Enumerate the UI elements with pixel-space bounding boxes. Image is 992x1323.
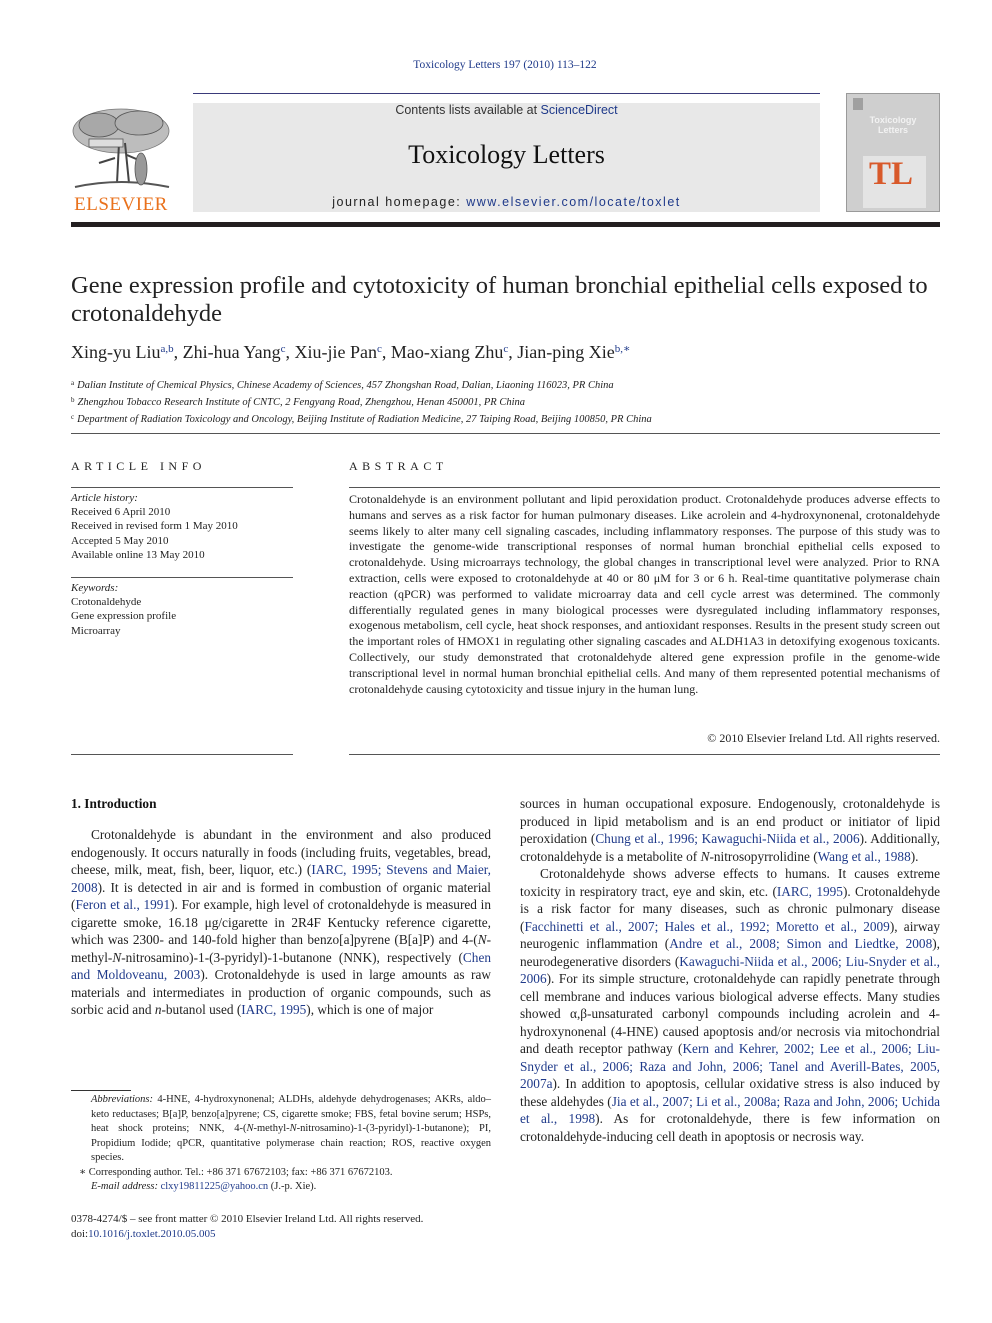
text-run: -nitrosopyrrolidine ( <box>709 848 818 864</box>
author-separator: , <box>381 342 391 362</box>
homepage-link[interactable]: www.elsevier.com/locate/toxlet <box>466 195 681 209</box>
keyword: Crotonaldehyde <box>71 596 142 609</box>
keywords: Keywords: Crotonaldehyde Gene expression… <box>71 581 176 638</box>
article-info-heading: ARTICLE INFO <box>71 459 206 473</box>
citation-link[interactable]: Chung et al., 1996; Kawaguchi-Niida et a… <box>595 831 859 846</box>
email-link[interactable]: clxy19811225@yahoo.cn <box>161 1181 269 1192</box>
history-revised: Received in revised form 1 May 2010 <box>71 520 238 533</box>
sciencedirect-link[interactable]: ScienceDirect <box>541 103 618 117</box>
abstract-rule <box>349 487 940 488</box>
issn-line: 0378-4274/$ – see front matter © 2010 El… <box>71 1213 424 1225</box>
contents-prefix: Contents lists available at <box>395 103 541 117</box>
author-affiliation-marker[interactable]: b,∗ <box>615 343 631 355</box>
affiliation-key: c <box>71 413 75 421</box>
journal-title: Toxicology Letters <box>408 140 605 169</box>
doi-prefix: doi: <box>71 1228 89 1240</box>
article-info-bottom-rule <box>71 754 293 755</box>
citation-link[interactable]: IARC, 1995 <box>777 884 843 899</box>
elsevier-wordmark: ELSEVIER <box>74 194 168 215</box>
citation-link[interactable]: Feron et al., 1991 <box>75 897 170 912</box>
history-online: Available online 13 May 2010 <box>71 548 205 561</box>
history-received: Received 6 April 2010 <box>71 506 171 519</box>
cover-title: Toxicology Letters <box>847 115 939 135</box>
affiliation-text: Zhengzhou Tobacco Research Institute of … <box>77 397 526 408</box>
citation-link[interactable]: IARC, 1995 <box>241 1002 306 1017</box>
doi-line: doi:10.1016/j.toxlet.2010.05.005 <box>71 1227 501 1242</box>
header-top-rule <box>193 93 820 94</box>
journal-homepage-line: journal homepage: www.elsevier.com/locat… <box>193 195 820 209</box>
keyword: Microarray <box>71 624 121 637</box>
front-matter-meta: 0378-4274/$ – see front matter © 2010 El… <box>71 1212 501 1242</box>
abbreviations-footnote: Abbreviations: 4-HNE, 4-hydroxynonenal; … <box>71 1093 491 1166</box>
homepage-prefix: journal homepage: <box>332 195 467 209</box>
author-name[interactable]: Mao-xiang Zhu <box>391 342 503 362</box>
journal-citation-link[interactable]: Toxicology Letters 197 (2010) 113–122 <box>0 59 992 71</box>
cover-publisher-icon <box>853 98 863 110</box>
text-run: -butanol used ( <box>161 1002 242 1017</box>
footnote-rule <box>71 1090 131 1091</box>
abstract-heading: ABSTRACT <box>349 459 448 473</box>
author-separator: , <box>173 342 183 362</box>
article-history: Article history: Received 6 April 2010 R… <box>71 491 238 562</box>
intro-paragraph-2: Crotonaldehyde shows adverse effects to … <box>520 865 940 1145</box>
author-name[interactable]: Xing-yu Liu <box>71 342 161 362</box>
italic-text: N <box>112 949 122 965</box>
affiliation: a Dalian Institute of Chemical Physics, C… <box>71 376 652 393</box>
author-name[interactable]: Jian-ping Xie <box>517 342 614 362</box>
text-run: ), which is one of major <box>306 1002 434 1017</box>
article-history-label: Article history: <box>71 492 138 504</box>
abstract-bottom-rule <box>349 754 940 755</box>
abstract-text: Crotonaldehyde is an environment polluta… <box>349 492 940 696</box>
affiliation-key: a <box>71 379 75 387</box>
intro-paragraph-1: Crotonaldehyde is abundant in the enviro… <box>71 826 491 1019</box>
doi-link[interactable]: 10.1016/j.toxlet.2010.05.005 <box>88 1228 215 1240</box>
author-list: Xing-yu Liua,b, Zhi-hua Yangc, Xiu-jie P… <box>71 342 631 363</box>
abstract-copyright: © 2010 Elsevier Ireland Ltd. All rights … <box>707 731 940 745</box>
citation-link[interactable]: Wang et al., 1988 <box>818 849 911 864</box>
body-column-right: sources in human occupational exposure. … <box>520 795 940 1145</box>
journal-cover-thumbnail[interactable]: Toxicology Letters TL <box>846 93 940 212</box>
citation-link[interactable]: Facchinetti et al., 2007; Hales et al., … <box>524 919 889 934</box>
affiliation-key: b <box>71 396 75 404</box>
article-info-rule <box>71 487 293 488</box>
affiliation-text: Department of Radiation Toxicology and O… <box>77 414 652 425</box>
section-heading-introduction: 1. Introduction <box>71 796 157 811</box>
text-run: -nitrosamino)-1-(3-pyridyl)-1-butanone (… <box>121 949 463 965</box>
email-label: E-mail address: <box>91 1181 158 1192</box>
keywords-label: Keywords: <box>71 582 119 594</box>
citation-link[interactable]: Andre et al., 2008; Simon and Liedtke, 2… <box>669 936 932 951</box>
affiliation-list: a Dalian Institute of Chemical Physics, C… <box>71 376 652 427</box>
cover-title-line2: Letters <box>877 125 908 135</box>
author-separator: , <box>508 342 518 362</box>
italic-text: N <box>289 1123 297 1134</box>
affiliation: b Zhengzhou Tobacco Research Institute of… <box>71 393 652 410</box>
email-suffix: (J.-p. Xie). <box>268 1181 317 1192</box>
paper-title: Gene expression profile and cytotoxicity… <box>71 272 928 327</box>
author-separator: , <box>285 342 295 362</box>
intro-paragraph-1-continued: sources in human occupational exposure. … <box>520 795 940 865</box>
article-info-rule <box>71 577 293 578</box>
abbreviations-label: Abbreviations: <box>91 1094 154 1105</box>
author-name[interactable]: Zhi-hua Yang <box>183 342 281 362</box>
footnotes: Abbreviations: 4-HNE, 4-hydroxynonenal; … <box>71 1093 491 1195</box>
title-divider <box>71 433 940 434</box>
affiliation: c Department of Radiation Toxicology and … <box>71 410 652 427</box>
cover-title-line1: Toxicology <box>869 115 917 125</box>
cover-monogram: TL <box>869 156 914 192</box>
author-affiliation-marker[interactable]: a,b <box>161 343 174 355</box>
email-footnote: E-mail address: clxy19811225@yahoo.cn (J… <box>71 1180 491 1195</box>
history-accepted: Accepted 5 May 2010 <box>71 534 169 547</box>
contents-available-line: Contents lists available at ScienceDirec… <box>193 103 820 117</box>
author-name[interactable]: Xiu-jie Pan <box>295 342 378 362</box>
text-run: ). <box>910 848 919 864</box>
body-column-left: Crotonaldehyde is abundant in the enviro… <box>71 826 491 1019</box>
header-divider <box>71 222 940 227</box>
corresponding-author-footnote: ∗ Corresponding author. Tel.: +86 371 67… <box>79 1166 393 1178</box>
affiliation-text: Dalian Institute of Chemical Physics, Ch… <box>77 380 614 391</box>
text-run: -methyl- <box>253 1123 290 1134</box>
italic-text: N <box>477 932 487 947</box>
keyword: Gene expression profile <box>71 610 177 623</box>
